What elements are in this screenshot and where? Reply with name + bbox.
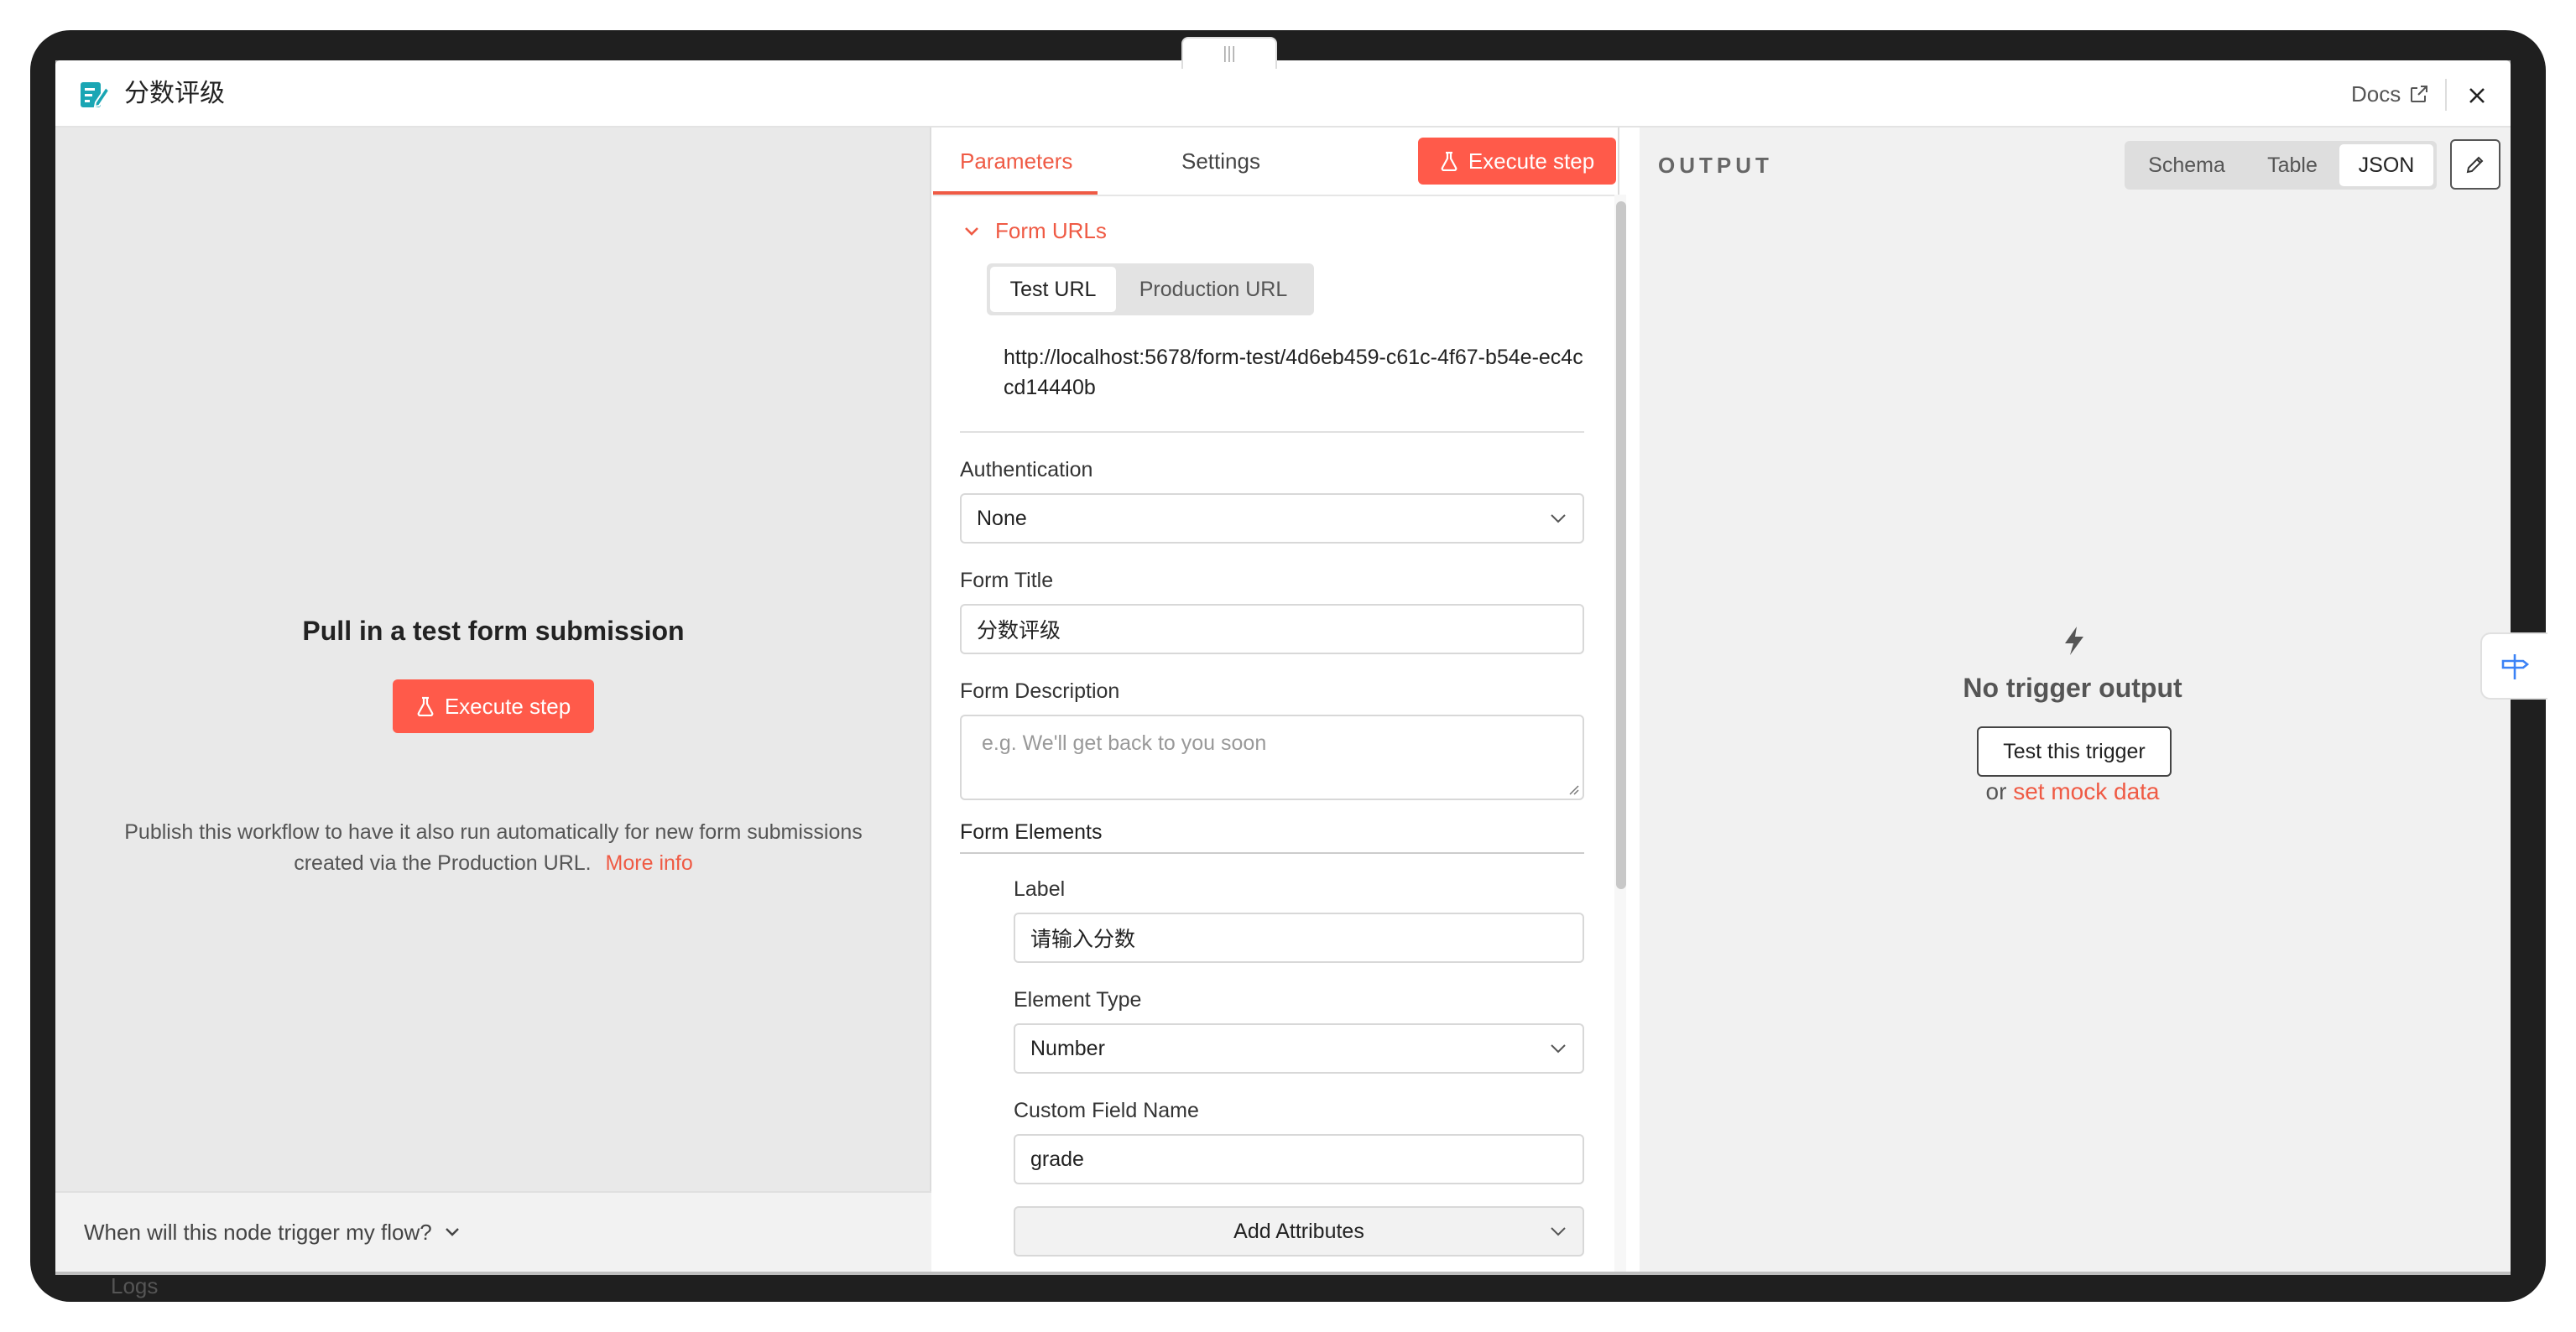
edit-output-button[interactable] <box>2450 139 2500 190</box>
close-icon <box>2469 88 2485 103</box>
trigger-question: When will this node trigger my flow? <box>84 1219 432 1245</box>
signpost-icon <box>2501 654 2530 679</box>
chevron-down-icon <box>965 226 978 236</box>
chevron-down-icon <box>445 1228 459 1236</box>
form-elements-label: Form Elements <box>960 820 1103 844</box>
production-url-option[interactable]: Production URL <box>1116 267 1311 312</box>
custom-field-name-label: Custom Field Name <box>1014 1099 1199 1122</box>
chevron-down-icon <box>1551 514 1566 523</box>
publish-description: Publish this workflow to have it also ru… <box>106 817 881 879</box>
input-panel: Pull in a test form submission Execute s… <box>55 127 931 1272</box>
parameters-scrollbar-thumb[interactable] <box>1616 201 1626 889</box>
close-button[interactable] <box>2460 79 2494 112</box>
test-url-option[interactable]: Test URL <box>990 267 1116 312</box>
authentication-select[interactable]: None <box>960 493 1584 544</box>
execute-step-button[interactable]: Execute step <box>393 679 594 733</box>
parameter-tabs: Parameters Settings Execute step <box>933 127 1619 196</box>
execute-step-label: Execute step <box>1468 148 1595 174</box>
form-description-label: Form Description <box>960 679 1120 703</box>
section-divider <box>960 431 1584 433</box>
output-view-switch: Schema Table JSON <box>2125 141 2437 190</box>
docs-label: Docs <box>2351 81 2401 107</box>
bolt-icon <box>2065 627 2083 655</box>
mock-prefix: or <box>1985 778 2007 804</box>
no-trigger-output-text: No trigger output <box>1963 673 2182 703</box>
active-tab-indicator <box>933 191 1098 195</box>
form-urls-label: Form URLs <box>995 218 1107 243</box>
test-trigger-label: Test this trigger <box>2003 739 2146 763</box>
flask-icon <box>1441 151 1457 171</box>
chevron-down-icon <box>1551 1044 1566 1054</box>
test-trigger-button[interactable]: Test this trigger <box>1977 726 2172 777</box>
tab-parameters[interactable]: Parameters <box>960 144 1072 178</box>
form-description-placeholder: e.g. We'll get back to you soon <box>982 731 1267 755</box>
element-type-select[interactable]: Number <box>1014 1023 1584 1074</box>
authentication-label: Authentication <box>960 458 1093 481</box>
mock-data-line: or set mock data <box>1779 778 2366 805</box>
view-json[interactable]: JSON <box>2339 144 2433 186</box>
set-mock-data-link[interactable]: set mock data <box>2013 778 2159 804</box>
form-title-value: 分数评级 <box>977 619 1061 643</box>
view-schema[interactable]: Schema <box>2128 144 2245 186</box>
element-type-label: Element Type <box>1014 988 1142 1012</box>
external-link-icon <box>2411 86 2428 102</box>
chevron-down-icon <box>1551 1227 1566 1236</box>
element-label-input[interactable]: 请输入分数 <box>1014 913 1584 963</box>
execute-step-button-small[interactable]: Execute step <box>1418 138 1616 185</box>
node-title[interactable]: 分数评级 <box>124 77 225 111</box>
form-urls-toggle[interactable]: Form URLs <box>963 218 1107 244</box>
floating-side-tab[interactable] <box>2480 632 2547 700</box>
form-title-input[interactable]: 分数评级 <box>960 604 1584 654</box>
panel-drag-handle[interactable]: ||| <box>1181 37 1277 69</box>
tab-settings[interactable]: Settings <box>1181 144 1260 178</box>
drag-handle-glyph: ||| <box>1223 44 1236 63</box>
more-info-link[interactable]: More info <box>606 851 693 875</box>
form-elements-divider <box>960 852 1584 854</box>
authentication-value: None <box>977 506 1027 530</box>
modal-header: 分数评级 Docs <box>55 60 2511 127</box>
trigger-info-toggle[interactable]: When will this node trigger my flow? <box>55 1191 931 1272</box>
form-title-label: Form Title <box>960 569 1054 592</box>
form-description-input[interactable]: e.g. We'll get back to you soon <box>960 715 1584 800</box>
element-type-value: Number <box>1030 1036 1105 1060</box>
custom-field-name-value: grade <box>1030 1147 1084 1171</box>
logs-label: Logs <box>111 1273 159 1298</box>
pencil-icon <box>2466 156 2484 174</box>
flask-icon <box>417 696 434 716</box>
resize-grip-icon[interactable] <box>1567 783 1579 795</box>
output-label: OUTPUT <box>1658 153 1773 178</box>
custom-field-name-input[interactable]: grade <box>1014 1134 1584 1184</box>
input-panel-heading: Pull in a test form submission <box>302 616 685 646</box>
test-url-value[interactable]: http://localhost:5678/form-test/4d6eb459… <box>1004 342 1591 403</box>
docs-link[interactable]: Docs <box>2351 77 2429 111</box>
url-type-switch: Test URL Production URL <box>987 263 1314 315</box>
add-attributes-label: Add Attributes <box>1233 1219 1364 1243</box>
execute-step-label: Execute step <box>444 693 571 719</box>
publish-text: Publish this workflow to have it also ru… <box>124 820 863 875</box>
header-divider <box>2445 79 2447 111</box>
element-label-label: Label <box>1014 877 1066 901</box>
form-trigger-icon <box>81 82 111 108</box>
add-attributes-button[interactable]: Add Attributes <box>1014 1206 1584 1257</box>
element-label-value: 请输入分数 <box>1030 928 1136 951</box>
view-table[interactable]: Table <box>2245 144 2339 186</box>
